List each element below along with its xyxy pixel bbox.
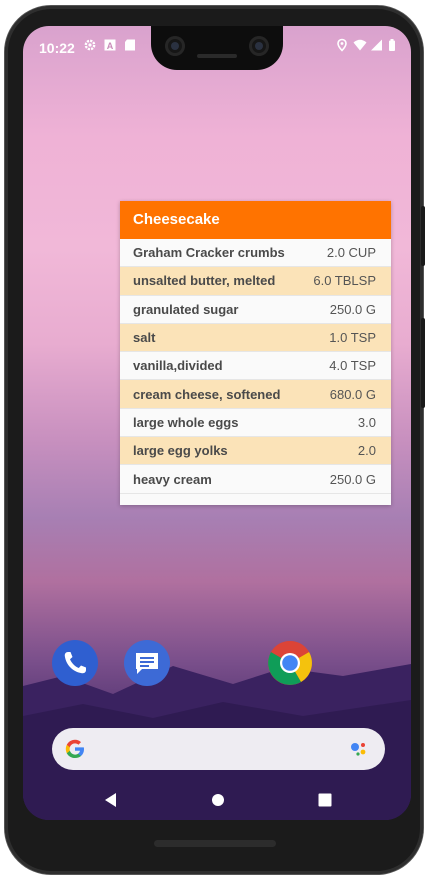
navigation-bar [23,778,411,820]
ingredient-list: Graham Cracker crumbs 2.0 CUP unsalted b… [120,239,391,494]
phone-app-icon[interactable] [52,640,98,686]
recents-icon[interactable] [315,790,335,810]
ingredient-name: large whole eggs [133,414,239,430]
ingredient-quantity: 1.0 TSP [329,330,376,346]
ingredient-name: salt [133,330,156,346]
ingredient-name: unsalted butter, melted [133,273,276,289]
gear-icon [84,39,96,51]
widget-title: Cheesecake [120,201,391,239]
ingredient-quantity: 4.0 TSP [329,358,376,374]
svg-text:A: A [107,41,114,51]
wifi-icon [353,39,367,51]
a-letter-icon: A [104,39,116,51]
ingredient-row[interactable]: vanilla,divided 4.0 TSP [120,352,391,381]
signal-icon [371,39,382,51]
volume-button [421,318,425,408]
ingredient-quantity: 680.0 G [329,386,376,402]
ingredient-name: cream cheese, softened [133,386,281,402]
phone-frame: 10:22 A Cheesecake Graham Cracker crumbs… [5,6,425,874]
location-icon [337,38,347,52]
ingredient-quantity: 6.0 TBLSP [313,273,376,289]
google-assistant-icon[interactable] [347,737,371,761]
bottom-speaker [154,840,276,847]
clock: 10:22 [39,40,75,56]
ingredient-quantity: 3.0 [357,414,376,430]
ingredient-row[interactable]: unsalted butter, melted 6.0 TBLSP [120,267,391,296]
ingredient-quantity: 250.0 G [329,471,376,487]
google-search-bar[interactable] [52,728,385,770]
messages-app-icon[interactable] [124,640,170,686]
ingredient-row[interactable]: heavy cream 250.0 G [120,465,391,494]
home-icon[interactable] [208,790,228,810]
ingredient-name: granulated sugar [133,301,239,317]
ingredient-row[interactable]: large egg yolks 2.0 [120,437,391,466]
ingredient-quantity: 2.0 CUP [326,245,376,261]
ingredient-row[interactable]: cream cheese, softened 680.0 G [120,380,391,409]
home-screen: 10:22 A Cheesecake Graham Cracker crumbs… [23,26,411,820]
recipe-widget[interactable]: Cheesecake Graham Cracker crumbs 2.0 CUP… [120,201,391,505]
ingredient-row[interactable]: Graham Cracker crumbs 2.0 CUP [120,239,391,268]
battery-icon [389,39,395,51]
ingredient-quantity: 2.0 [357,443,376,459]
ingredient-name: heavy cream [133,471,212,487]
ingredient-name: Graham Cracker crumbs [133,245,285,261]
back-icon[interactable] [101,790,121,810]
ingredient-name: vanilla,divided [133,358,223,374]
ingredient-name: large egg yolks [133,443,228,459]
ingredient-row[interactable]: large whole eggs 3.0 [120,409,391,438]
power-button [421,206,425,266]
google-g-icon [65,739,84,758]
ingredient-row[interactable]: salt 1.0 TSP [120,323,391,353]
sd-card-icon [125,39,135,51]
ingredient-row[interactable]: granulated sugar 250.0 G [120,296,391,324]
ingredient-quantity: 250.0 G [329,301,376,317]
chrome-app-icon[interactable] [267,640,313,686]
status-bar: 10:22 A [23,26,411,66]
